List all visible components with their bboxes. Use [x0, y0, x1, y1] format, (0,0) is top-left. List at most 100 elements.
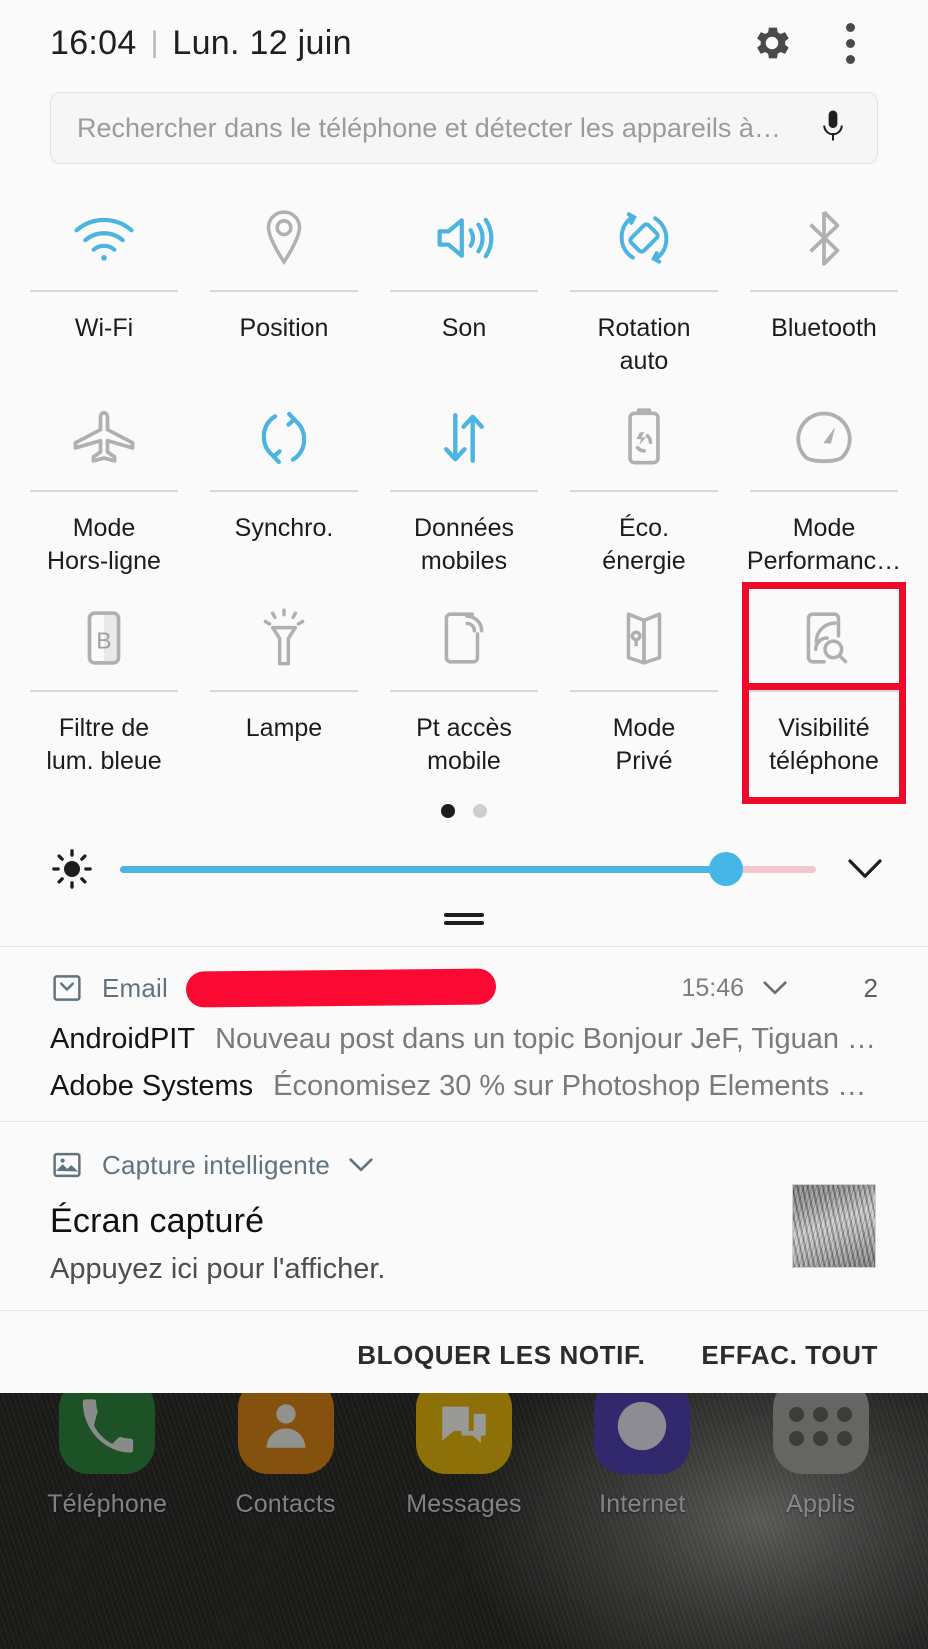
- home-dock: Téléphone Contacts Messages Internet App…: [0, 1378, 928, 1578]
- qs-tile-donnees-mobiles[interactable]: Données mobiles: [374, 386, 554, 586]
- dock-label: Internet: [599, 1490, 686, 1518]
- chevron-down-icon[interactable]: [842, 846, 888, 892]
- qs-tile-bluetooth[interactable]: Bluetooth: [734, 186, 914, 386]
- qs-tile-rotation-auto[interactable]: Rotation auto: [554, 186, 734, 386]
- chevron-down-icon[interactable]: [348, 1157, 378, 1173]
- qs-underline: [390, 290, 538, 292]
- clock-separator: |: [150, 26, 159, 59]
- dock-label: Contacts: [235, 1490, 336, 1518]
- notification-item[interactable]: AndroidPIT Nouveau post dans un topic Bo…: [50, 1023, 878, 1056]
- notification-count: 2: [863, 972, 878, 1003]
- shade-drag-handle[interactable]: [0, 892, 928, 946]
- chevron-down-icon[interactable]: [762, 980, 792, 996]
- qs-label: Mode Hors-ligne: [47, 514, 161, 575]
- qs-tile-eco-energie[interactable]: Éco. énergie: [554, 386, 734, 586]
- search-input[interactable]: Rechercher dans le téléphone et détecter…: [77, 113, 813, 144]
- private-mode-icon: [554, 586, 734, 690]
- search-bar[interactable]: Rechercher dans le téléphone et détecter…: [50, 92, 878, 164]
- divider: [0, 1310, 928, 1311]
- location-pin-icon: [194, 186, 374, 290]
- dock-label: Applis: [786, 1490, 856, 1518]
- qs-label: Mode Performanc…: [746, 514, 902, 575]
- dock-app-applis[interactable]: Applis: [741, 1378, 901, 1519]
- notification-text: Nouveau post dans un topic Bonjour JeF, …: [215, 1023, 878, 1055]
- screenshot-thumbnail[interactable]: [792, 1184, 876, 1268]
- qs-tile-wifi[interactable]: Wi-Fi: [14, 186, 194, 386]
- notification-sender: AndroidPIT: [50, 1023, 196, 1055]
- page-dot-2[interactable]: [473, 804, 487, 818]
- battery-saver-icon: [554, 386, 734, 490]
- qs-label: Bluetooth: [771, 314, 877, 342]
- app-drawer-dots: [789, 1406, 853, 1446]
- notification-time: 15:46: [681, 973, 744, 1002]
- microphone-icon[interactable]: [813, 108, 853, 148]
- qs-tile-mode-performance[interactable]: Mode Performanc…: [734, 386, 914, 586]
- performance-gauge-icon: [734, 386, 914, 490]
- redaction-mark: [185, 968, 497, 1008]
- qs-tile-son[interactable]: Son: [374, 186, 554, 386]
- gear-icon[interactable]: [744, 15, 800, 71]
- drag-handle-bars: [444, 909, 484, 929]
- qs-underline: [30, 490, 178, 492]
- qs-tile-synchro[interactable]: Synchro.: [194, 386, 374, 586]
- qs-tile-visibilite-telephone[interactable]: Visibilité téléphone: [734, 582, 914, 804]
- qs-underline: [30, 290, 178, 292]
- page-indicator[interactable]: [14, 804, 914, 818]
- date-label: Lun. 12 juin: [172, 23, 352, 62]
- quick-settings-row: B Filtre de lum. bleue Lampe Pt accès mo…: [14, 582, 914, 804]
- kebab-menu-icon[interactable]: [822, 15, 878, 71]
- search-area: Rechercher dans le téléphone et détecter…: [0, 86, 928, 164]
- qs-underline: [390, 690, 538, 692]
- dock-app-phone[interactable]: Téléphone: [27, 1378, 187, 1519]
- qs-tile-lampe[interactable]: Lampe: [194, 586, 374, 786]
- qs-underline: [30, 690, 178, 692]
- sync-icon: [194, 386, 374, 490]
- qs-label: Synchro.: [234, 514, 334, 542]
- qs-underline: [210, 690, 358, 692]
- qs-underline: [210, 490, 358, 492]
- slider-thumb[interactable]: [708, 852, 743, 886]
- qs-tile-point-acces-mobile[interactable]: Pt accès mobile: [374, 586, 554, 786]
- qs-tile-mode-hors-ligne[interactable]: Mode Hors-ligne: [14, 386, 194, 586]
- notification-header: Capture intelligente: [50, 1144, 878, 1186]
- page-dot-1[interactable]: [441, 804, 455, 818]
- notification-shade: 16:04 | Lun. 12 juin Rechercher dans le …: [0, 0, 928, 1393]
- notification-subtitle: Appuyez ici pour l'afficher.: [50, 1253, 386, 1285]
- notification-card-capture[interactable]: Capture intelligente Écran capturé Appuy…: [0, 1122, 928, 1310]
- brightness-slider[interactable]: [120, 847, 816, 891]
- svg-text:B: B: [96, 627, 111, 653]
- notification-app-name: Email: [102, 972, 169, 1003]
- quick-settings-row: Wi-Fi Position Son Rotation auto Bluetoo…: [14, 186, 914, 386]
- airplane-icon: [14, 386, 194, 490]
- wifi-icon: [14, 186, 194, 290]
- qs-label: Rotation auto: [597, 314, 691, 375]
- qs-tile-mode-prive[interactable]: Mode Privé: [554, 586, 734, 786]
- volume-speaker-icon: [374, 186, 554, 290]
- dock-label: Messages: [406, 1490, 522, 1518]
- dock-app-messages[interactable]: Messages: [384, 1378, 544, 1519]
- brightness-icon[interactable]: [50, 847, 94, 891]
- dock-app-internet[interactable]: Internet: [562, 1378, 722, 1519]
- qs-label: Wi-Fi: [74, 314, 134, 342]
- qs-underline: [750, 490, 898, 492]
- notification-sender: Adobe Systems: [50, 1070, 254, 1102]
- qs-underline: [570, 690, 718, 692]
- clear-all-button[interactable]: EFFAC. TOUT: [701, 1340, 878, 1371]
- qs-underline: [390, 490, 538, 492]
- quick-settings-row: Mode Hors-ligne Synchro. Données mobiles…: [14, 386, 914, 586]
- notification-group-email[interactable]: Email 15:46 2 AndroidPIT Nouveau post da…: [0, 947, 928, 1121]
- flashlight-icon: [194, 586, 374, 690]
- qs-tile-position[interactable]: Position: [194, 186, 374, 386]
- block-notifications-button[interactable]: BLOQUER LES NOTIF.: [357, 1340, 645, 1371]
- blue-light-filter-icon: B: [14, 586, 194, 690]
- notification-item[interactable]: Adobe Systems Économisez 30 % sur Photos…: [50, 1070, 878, 1103]
- dock-app-contacts[interactable]: Contacts: [206, 1378, 366, 1519]
- bluetooth-icon: [734, 186, 914, 290]
- clock: 16:04: [50, 23, 137, 62]
- qs-label: Position: [239, 314, 329, 342]
- data-arrows-icon: [374, 386, 554, 490]
- dock-label: Téléphone: [47, 1490, 168, 1518]
- qs-tile-filtre-lumiere-bleue[interactable]: B Filtre de lum. bleue: [14, 586, 194, 786]
- qs-label: Données mobiles: [413, 514, 515, 575]
- qs-label: Filtre de lum. bleue: [46, 714, 162, 775]
